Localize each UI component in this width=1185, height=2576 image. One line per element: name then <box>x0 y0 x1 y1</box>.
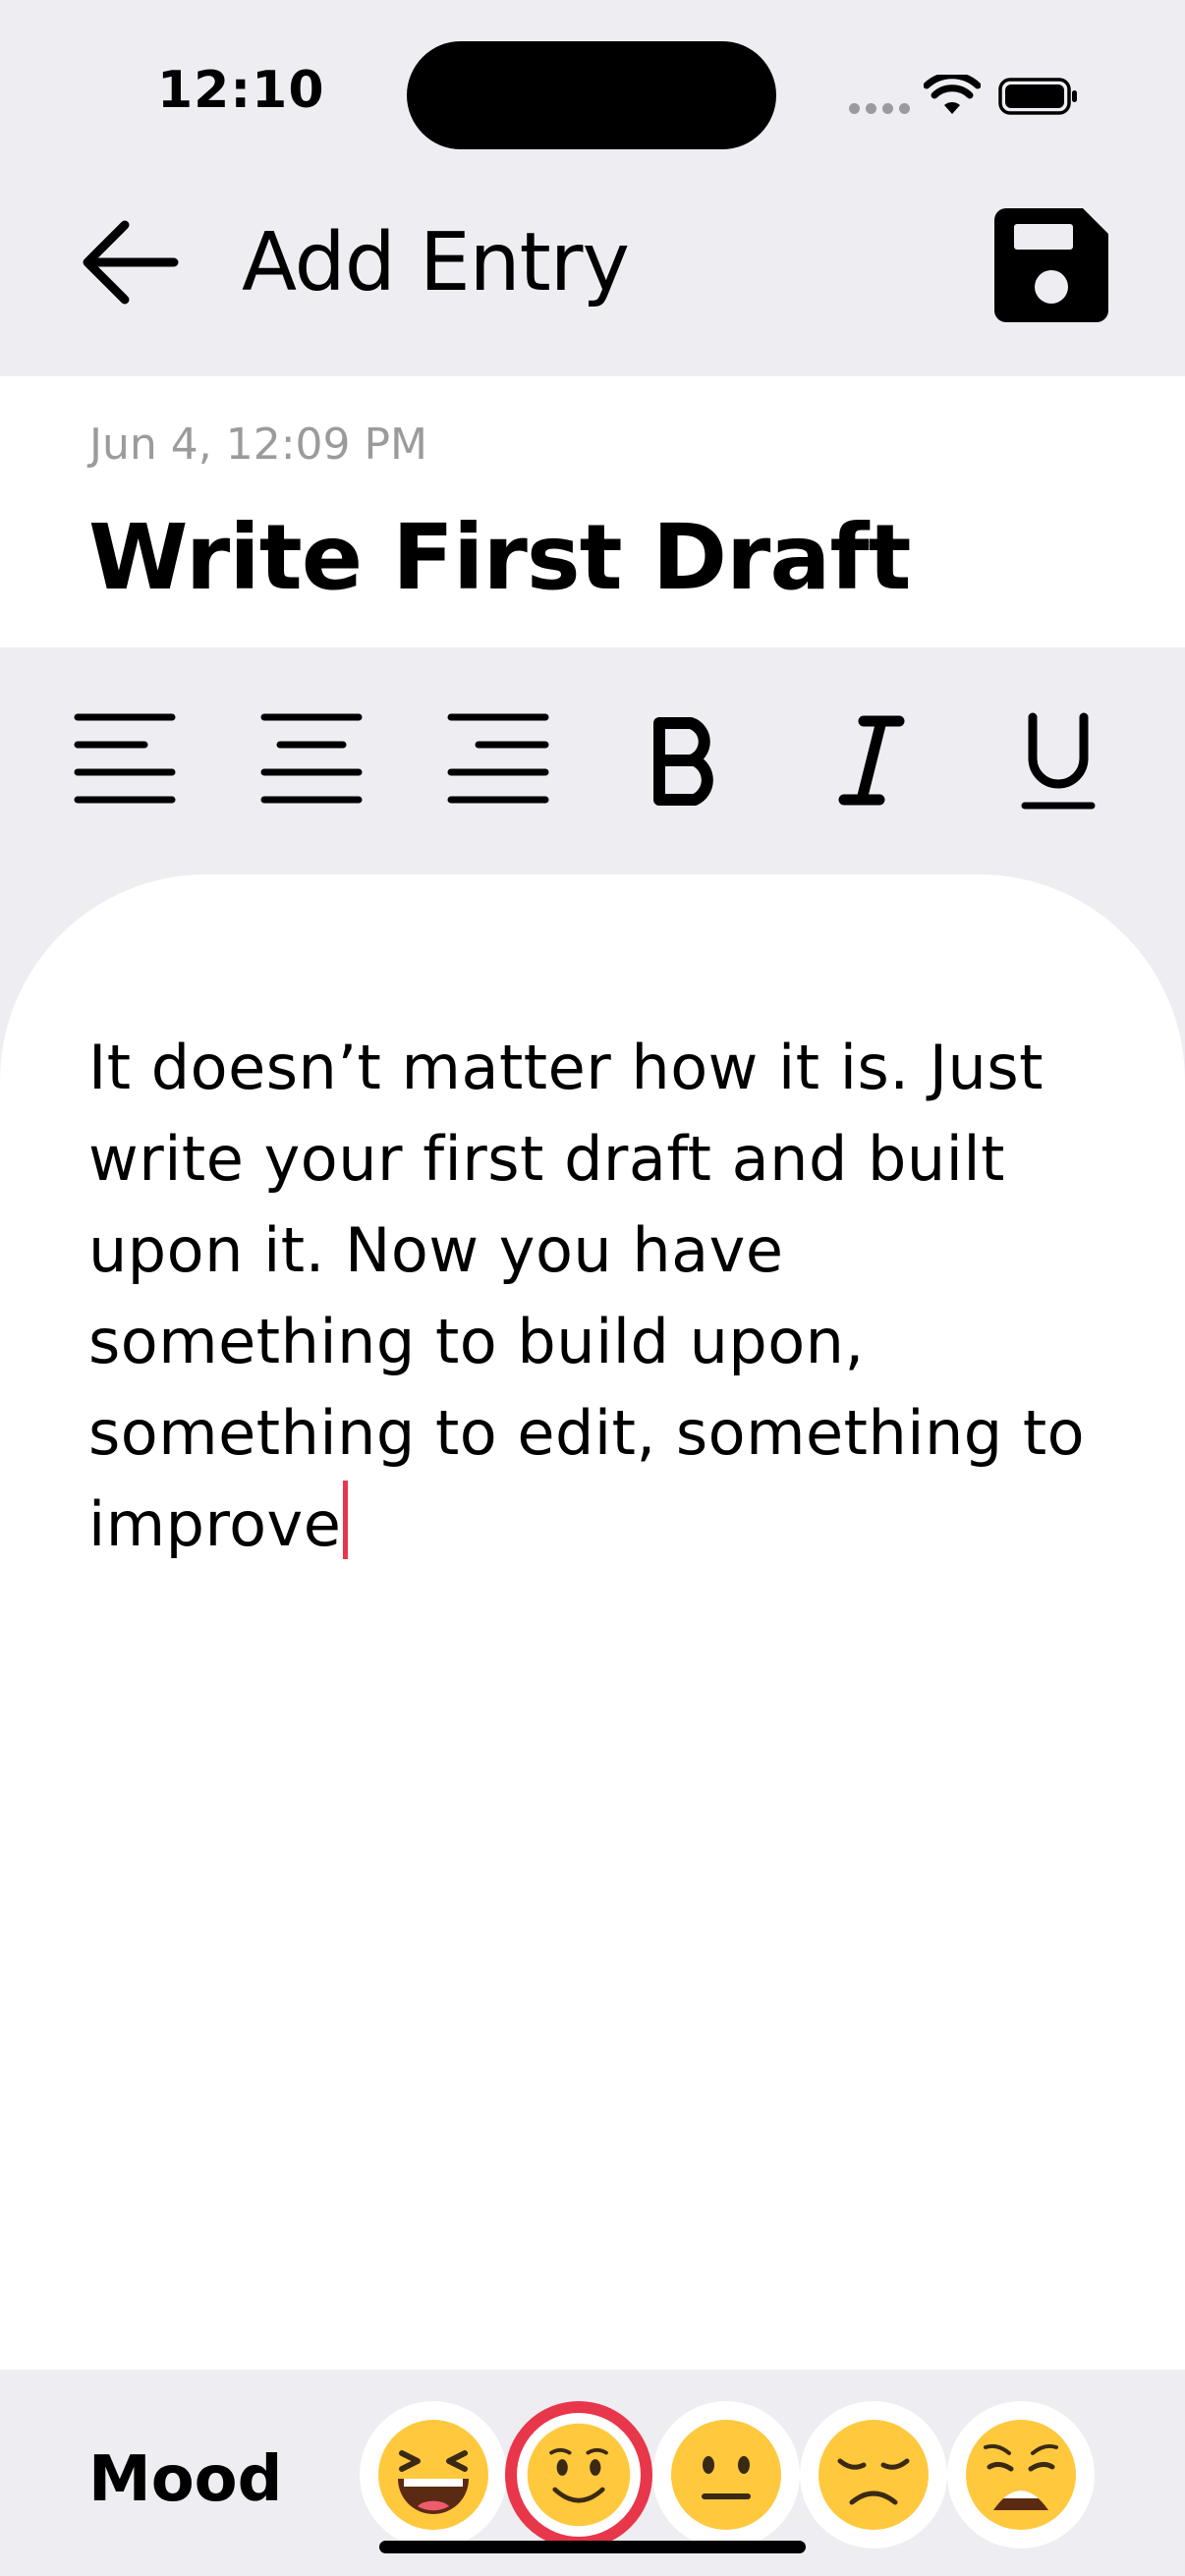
arrow-left-icon <box>83 220 179 305</box>
mood-option-neutral[interactable] <box>652 2401 800 2548</box>
bold-icon <box>653 717 713 806</box>
entry-date: Jun 4, 12:09 PM <box>89 420 427 470</box>
underline-button[interactable] <box>1004 700 1112 821</box>
battery-icon <box>998 78 1077 115</box>
wifi-icon <box>924 75 981 114</box>
status-time: 12:10 <box>157 61 325 120</box>
align-right-button[interactable] <box>444 700 552 821</box>
mood-label: Mood <box>88 2443 283 2516</box>
align-right-icon <box>447 713 549 804</box>
entry-body-textarea[interactable]: It doesn’t matter how it is. Just write … <box>88 1022 1110 1570</box>
back-button[interactable] <box>77 208 185 316</box>
entry-body-text: It doesn’t matter how it is. Just write … <box>88 1032 1086 1560</box>
neutral-face-icon <box>671 2420 781 2530</box>
sad-face-icon <box>818 2420 929 2530</box>
smiling-face-icon <box>527 2423 631 2527</box>
bold-button[interactable] <box>631 700 739 821</box>
mood-option-weary[interactable] <box>947 2401 1095 2548</box>
align-left-button[interactable] <box>71 700 179 821</box>
dynamic-island <box>407 41 776 149</box>
mood-option-smiling[interactable] <box>505 2401 652 2548</box>
align-center-icon <box>260 713 363 804</box>
italic-icon <box>838 715 905 806</box>
italic-button[interactable] <box>818 700 926 821</box>
align-center-button[interactable] <box>257 700 366 821</box>
laughing-face-icon <box>378 2420 488 2530</box>
cellular-signal-icon <box>849 103 910 114</box>
home-indicator <box>379 2541 806 2553</box>
underline-icon <box>1021 712 1096 810</box>
weary-face-icon <box>966 2420 1076 2530</box>
save-button[interactable] <box>992 206 1110 324</box>
page-title: Add Entry <box>242 216 630 309</box>
mood-option-laughing[interactable] <box>360 2401 507 2548</box>
status-bar: 12:10 <box>0 0 1185 187</box>
entry-title-input[interactable]: Write First Draft <box>88 501 912 615</box>
floppy-disk-icon <box>994 208 1108 322</box>
mood-option-sad[interactable] <box>800 2401 947 2548</box>
align-left-icon <box>74 713 176 804</box>
text-cursor <box>343 1481 349 1559</box>
